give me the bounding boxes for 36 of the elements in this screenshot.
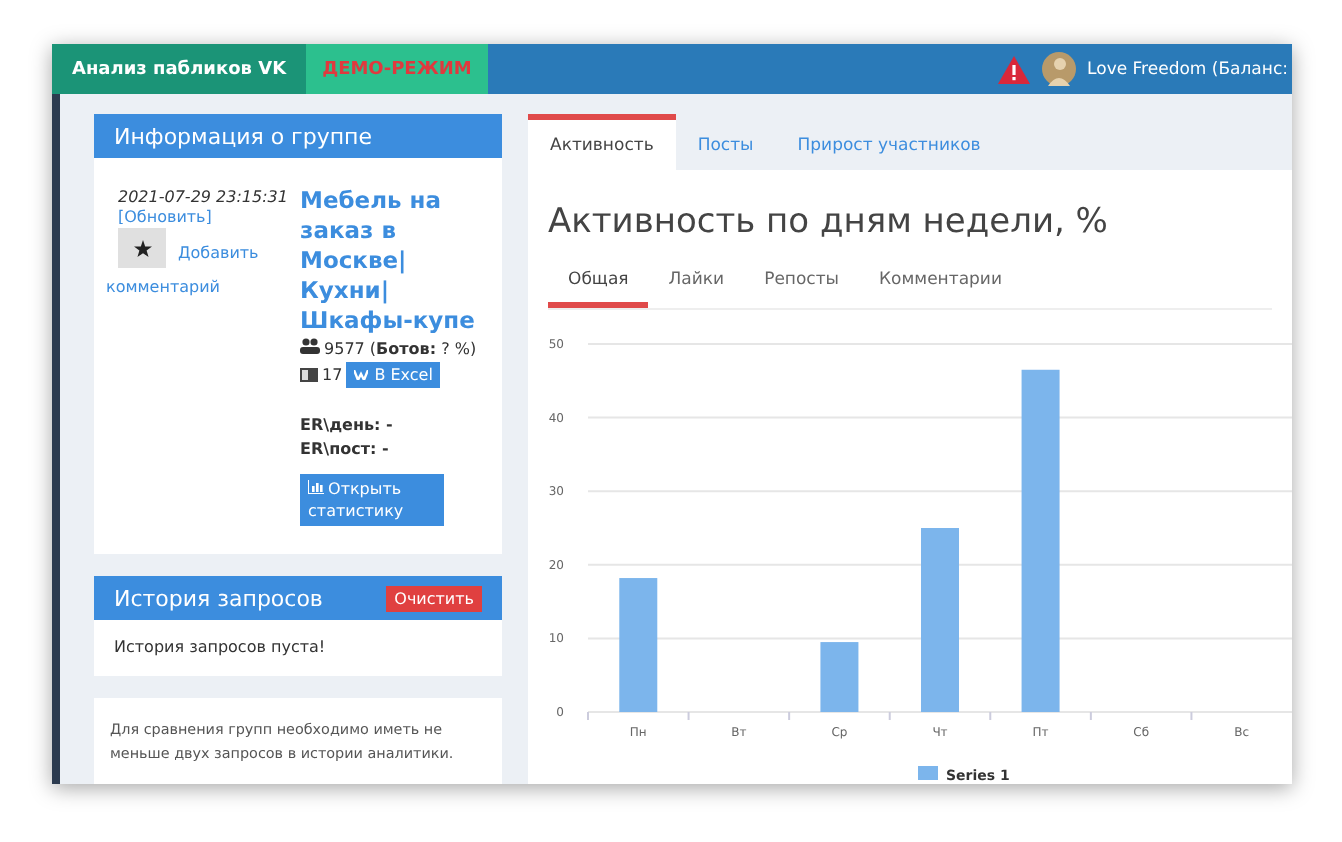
user-name[interactable]: Love Freedom (Баланс: (1087, 59, 1288, 79)
users-icon (300, 338, 321, 354)
sub-tab[interactable]: Лайки (648, 258, 745, 308)
add-comment-link[interactable]: Добавить комментарий (106, 236, 286, 304)
group-name-link[interactable]: Мебель на заказ в Москве| Кухни| Шкафы-купе (300, 186, 482, 336)
sub-tab[interactable]: Репосты (744, 258, 860, 308)
clear-button[interactable]: Очистить (386, 585, 482, 611)
posts-icon (300, 368, 319, 382)
tab[interactable]: Посты (675, 114, 776, 170)
members-count: 9577 (Ботов: ? %) (324, 338, 477, 360)
avatar-icon[interactable] (1041, 52, 1076, 86)
bar (619, 578, 658, 712)
sub-tab[interactable]: Общая (548, 258, 649, 308)
refresh-link[interactable]: [Обновить] (118, 208, 212, 226)
star-icon (133, 239, 151, 257)
favorite-button[interactable] (118, 228, 166, 268)
tab[interactable]: Активность (528, 114, 676, 170)
open-statistics-button[interactable]: Открыть статистику (300, 474, 445, 526)
chart-icon (308, 480, 325, 494)
er-post-text: ER\пост: - (300, 438, 389, 460)
panel-title: История запросов (114, 585, 323, 611)
demo-mode-label: ДЕМО-РЕЖИМ (306, 44, 488, 94)
history-empty-text: История запросов пуста! (112, 636, 328, 660)
sub-tab[interactable]: Комментарии (859, 258, 1022, 308)
posts-count: 17 (322, 364, 343, 386)
chart-title: Активность по дням недели, % (546, 200, 1110, 246)
bar (820, 642, 859, 712)
vk-icon (354, 370, 369, 380)
panel-title: Информация о группе (114, 123, 372, 149)
export-excel-button[interactable]: В Excel (346, 362, 441, 388)
app-title: Анализ пабликов VK (52, 44, 307, 94)
legend-swatch (918, 766, 938, 780)
warning-icon[interactable] (997, 55, 1030, 83)
date-text: 2021-07-29 23:15:31 (118, 186, 288, 208)
tab[interactable]: Прирост участников (775, 114, 1003, 170)
er-day-text: ER\день: - (300, 414, 393, 436)
